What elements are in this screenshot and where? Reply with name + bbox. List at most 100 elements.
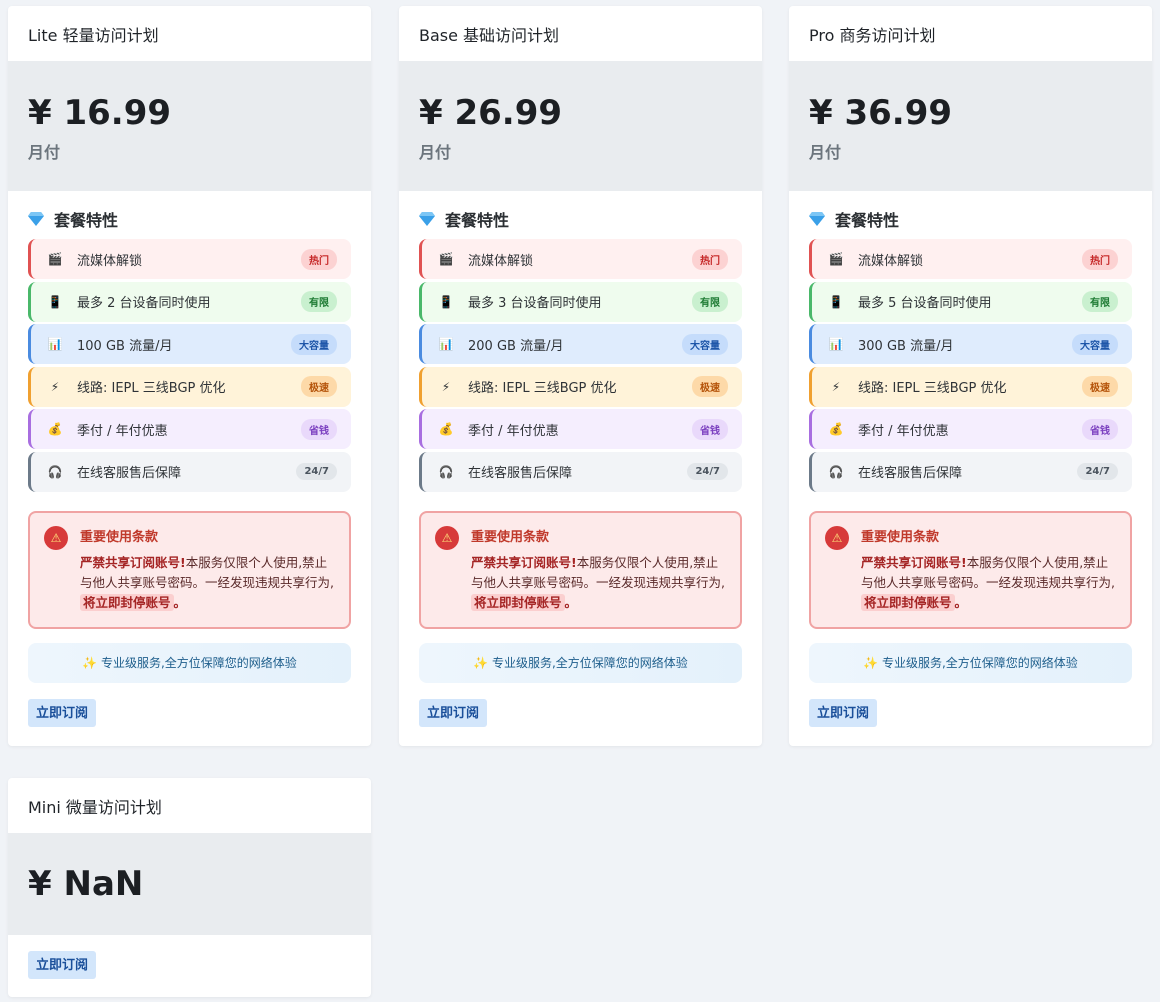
headphones-icon: 🎧 xyxy=(438,464,454,479)
feature-tag: 极速 xyxy=(692,376,728,398)
billing-period: 月付 xyxy=(419,143,452,162)
feature-tag: 有限 xyxy=(1082,291,1118,313)
warning-bold: 严禁共享订阅账号! xyxy=(861,554,967,570)
plan-name: Mini 微量访问计划 xyxy=(28,797,162,817)
feature-item: 💰 季付 / 年付优惠 省钱 xyxy=(28,409,351,450)
plan-name: Lite 轻量访问计划 xyxy=(28,25,159,45)
lightning-icon: ⚡ xyxy=(441,379,451,394)
warning-title: 重要使用条款 xyxy=(471,529,550,545)
device-icon: 📱 xyxy=(828,294,844,309)
warning-icon: ⚠ xyxy=(44,525,68,550)
feature-item: 🎧 在线客服售后保障 24/7 xyxy=(419,451,742,492)
plan-name: Base 基础访问计划 xyxy=(419,25,560,45)
feature-tag: 24/7 xyxy=(296,463,337,481)
feature-text: 300 GB 流量/月 xyxy=(858,338,954,354)
diamond-icon xyxy=(28,212,44,226)
subscribe-button[interactable]: 立即订阅 xyxy=(28,698,97,727)
device-icon: 📱 xyxy=(47,294,63,309)
feature-item: 📊 200 GB 流量/月 大容量 xyxy=(419,324,742,365)
features-title: 套餐特性 xyxy=(835,211,900,230)
money-bag-icon: 💰 xyxy=(47,422,63,437)
plan-price: ¥ 26.99 xyxy=(419,93,563,133)
warning-highlight: 将立即封停账号 xyxy=(861,593,955,611)
feature-item: 📱 最多 5 台设备同时使用 有限 xyxy=(809,281,1132,322)
lightning-icon: ⚡ xyxy=(831,379,841,394)
feature-text: 最多 5 台设备同时使用 xyxy=(858,296,992,312)
plan-price: ¥ 36.99 xyxy=(809,93,953,133)
device-icon: 📱 xyxy=(438,294,454,309)
features-heading: 套餐特性 xyxy=(419,207,742,231)
feature-text: 最多 2 台设备同时使用 xyxy=(77,296,211,312)
warning-end: 。 xyxy=(564,594,578,610)
warning-text: 严禁共享订阅账号!本服务仅限个人使用,禁止与他人共享账号密码。一经发现违规共享行… xyxy=(80,553,335,613)
chart-icon: 📊 xyxy=(828,337,844,352)
service-banner: ✨ 专业级服务,全方位保障您的网络体验 xyxy=(28,642,351,683)
features-heading: 套餐特性 xyxy=(809,207,1132,231)
feature-tag: 有限 xyxy=(301,291,337,313)
subscribe-button[interactable]: 立即订阅 xyxy=(28,951,97,979)
feature-item: ⚡ 线路: IEPL 三线BGP 优化 极速 xyxy=(28,366,351,407)
feature-text: 线路: IEPL 三线BGP 优化 xyxy=(77,381,226,397)
chart-icon: 📊 xyxy=(438,337,454,352)
price-block: ¥ 16.99 月付 xyxy=(8,61,371,191)
feature-item: 🎬 流媒体解锁 热门 xyxy=(419,239,742,279)
features-heading: 套餐特性 xyxy=(28,207,351,231)
billing-period: 月付 xyxy=(809,143,842,162)
feature-tag: 24/7 xyxy=(1077,463,1118,481)
diamond-icon xyxy=(809,212,825,226)
chart-icon: 📊 xyxy=(47,337,63,352)
lightning-icon: ⚡ xyxy=(50,379,60,394)
feature-tag: 热门 xyxy=(301,248,337,270)
warning-end: 。 xyxy=(173,594,187,610)
feature-item: 💰 季付 / 年付优惠 省钱 xyxy=(419,409,742,450)
feature-tag: 省钱 xyxy=(301,418,337,440)
feature-tag: 省钱 xyxy=(1082,418,1118,440)
feature-tag: 极速 xyxy=(1082,376,1118,398)
feature-text: 流媒体解锁 xyxy=(77,253,143,269)
plan-card-lite: Lite 轻量访问计划 ¥ 16.99 月付 套餐特性 🎬 流媒体解锁 热门 📱 最多… xyxy=(8,6,371,746)
price-block: ¥ 26.99 月付 xyxy=(399,61,762,191)
money-bag-icon: 💰 xyxy=(438,422,454,437)
feature-tag: 热门 xyxy=(1082,248,1118,270)
plan-price: ¥ NaN xyxy=(28,864,144,904)
diamond-icon xyxy=(419,212,435,226)
features-title: 套餐特性 xyxy=(445,211,510,230)
feature-item: ⚡ 线路: IEPL 三线BGP 优化 极速 xyxy=(419,366,742,407)
subscribe-button[interactable]: 立即订阅 xyxy=(419,698,488,727)
terms-warning: ⚠ 重要使用条款 严禁共享订阅账号!本服务仅限个人使用,禁止与他人共享账号密码。… xyxy=(809,510,1132,629)
terms-warning: ⚠ 重要使用条款 严禁共享订阅账号!本服务仅限个人使用,禁止与他人共享账号密码。… xyxy=(28,510,351,629)
feature-text: 在线客服售后保障 xyxy=(858,466,963,482)
warning-icon: ⚠ xyxy=(435,525,459,550)
warning-text: 严禁共享订阅账号!本服务仅限个人使用,禁止与他人共享账号密码。一经发现违规共享行… xyxy=(861,553,1116,613)
service-banner: ✨ 专业级服务,全方位保障您的网络体验 xyxy=(419,642,742,683)
clapper-icon: 🎬 xyxy=(47,252,63,266)
feature-item: 🎬 流媒体解锁 热门 xyxy=(28,239,351,279)
feature-tag: 有限 xyxy=(692,291,728,313)
warning-text: 严禁共享订阅账号!本服务仅限个人使用,禁止与他人共享账号密码。一经发现违规共享行… xyxy=(471,553,726,613)
service-banner: ✨ 专业级服务,全方位保障您的网络体验 xyxy=(809,642,1132,683)
subscribe-button[interactable]: 立即订阅 xyxy=(809,698,878,727)
warning-title: 重要使用条款 xyxy=(861,529,940,545)
plan-name: Pro 商务访问计划 xyxy=(809,25,936,45)
feature-text: 200 GB 流量/月 xyxy=(468,338,564,354)
feature-item: 📱 最多 3 台设备同时使用 有限 xyxy=(419,281,742,322)
feature-item: 🎧 在线客服售后保障 24/7 xyxy=(28,451,351,492)
feature-tag: 热门 xyxy=(692,248,728,270)
features-title: 套餐特性 xyxy=(54,211,119,230)
feature-text: 流媒体解锁 xyxy=(468,253,534,269)
feature-text: 在线客服售后保障 xyxy=(77,466,182,482)
feature-tag: 极速 xyxy=(301,376,337,398)
feature-item: 📊 100 GB 流量/月 大容量 xyxy=(28,324,351,365)
warning-highlight: 将立即封停账号 xyxy=(80,593,174,611)
clapper-icon: 🎬 xyxy=(438,252,454,266)
price-block: ¥ 36.99 月付 xyxy=(789,61,1152,191)
feature-item: ⚡ 线路: IEPL 三线BGP 优化 极速 xyxy=(809,366,1132,407)
feature-text: 在线客服售后保障 xyxy=(468,466,573,482)
feature-item: 📱 最多 2 台设备同时使用 有限 xyxy=(28,281,351,322)
plan-card-base: Base 基础访问计划 ¥ 26.99 月付 套餐特性 🎬 流媒体解锁 热门 📱 最多… xyxy=(399,6,762,746)
plan-card-mini: Mini 微量访问计划 ¥ NaN 立即订阅 xyxy=(8,778,371,997)
feature-text: 季付 / 年付优惠 xyxy=(858,423,949,439)
plan-price: ¥ 16.99 xyxy=(28,93,172,133)
money-bag-icon: 💰 xyxy=(828,422,844,437)
feature-text: 线路: IEPL 三线BGP 优化 xyxy=(468,381,617,397)
